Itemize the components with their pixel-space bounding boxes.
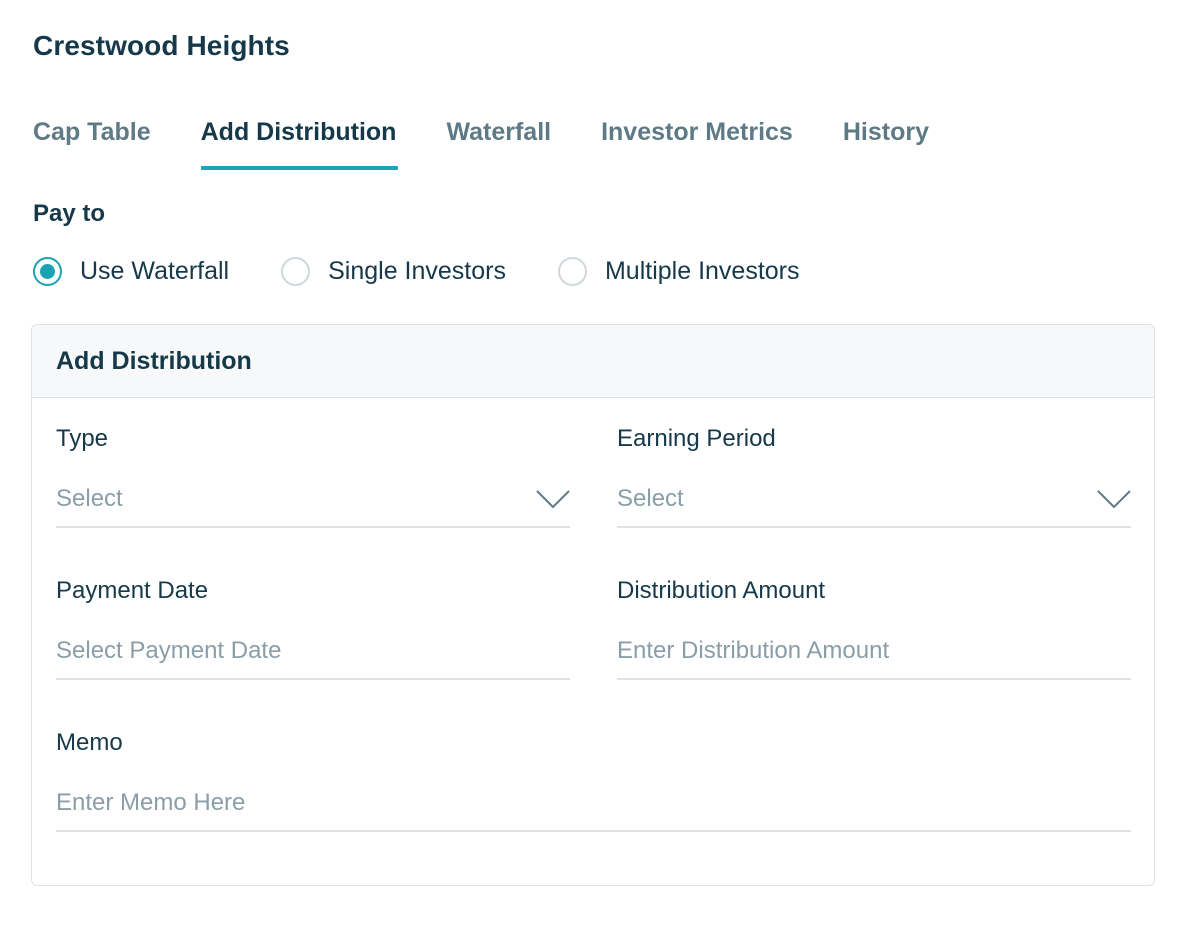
- tab-waterfall[interactable]: Waterfall: [446, 118, 551, 174]
- payment-date-field: Payment Date: [56, 577, 570, 693]
- radio-unchecked-icon[interactable]: [281, 257, 311, 286]
- payment-date-control: [56, 623, 570, 680]
- radio-label: Use Waterfall: [80, 257, 230, 285]
- radio-unchecked-icon[interactable]: [557, 257, 587, 286]
- type-select[interactable]: Select: [56, 471, 570, 528]
- payment-date-input[interactable]: [56, 636, 570, 665]
- distribution-amount-control: [617, 623, 1131, 680]
- type-label: Type: [56, 425, 109, 452]
- type-select-value: Select: [56, 484, 123, 512]
- tab-history[interactable]: History: [843, 118, 929, 174]
- distribution-amount-input[interactable]: [617, 636, 1131, 665]
- tab-investor-metrics[interactable]: Investor Metrics: [601, 118, 793, 174]
- tab-bar: Cap Table Add Distribution Waterfall Inv…: [33, 118, 979, 176]
- chevron-down-icon[interactable]: [536, 489, 570, 509]
- add-distribution-card: Add Distribution Type Select Earning Per…: [31, 324, 1155, 886]
- tab-add-distribution[interactable]: Add Distribution: [200, 118, 399, 174]
- chevron-down-icon[interactable]: [1097, 489, 1131, 509]
- payment-date-label: Payment Date: [56, 577, 209, 604]
- memo-label: Memo: [56, 729, 123, 756]
- type-field: Type Select: [56, 425, 570, 541]
- memo-field: Memo: [56, 729, 1131, 845]
- radio-multiple-investors[interactable]: Multiple Investors: [557, 257, 800, 286]
- card-header: Add Distribution: [32, 325, 1154, 398]
- page-title: Crestwood Heights: [33, 30, 290, 61]
- memo-input[interactable]: [56, 788, 1131, 817]
- distribution-amount-field: Distribution Amount: [617, 577, 1131, 693]
- radio-label: Single Investors: [328, 257, 506, 285]
- earning-period-select[interactable]: Select: [617, 471, 1131, 528]
- memo-control: [56, 775, 1131, 832]
- distribution-amount-label: Distribution Amount: [617, 577, 826, 604]
- earning-period-field: Earning Period Select: [617, 425, 1131, 541]
- radio-single-investors[interactable]: Single Investors: [281, 257, 506, 286]
- radio-checked-icon[interactable]: [33, 257, 62, 286]
- tab-cap-table[interactable]: Cap Table: [33, 118, 151, 174]
- earning-period-label: Earning Period: [617, 425, 776, 452]
- pay-to-radio-group: Use Waterfall Single Investors Multiple …: [33, 257, 852, 286]
- pay-to-label: Pay to: [33, 200, 106, 227]
- earning-period-select-value: Select: [617, 484, 684, 512]
- radio-use-waterfall[interactable]: Use Waterfall: [33, 257, 229, 286]
- card-title: Add Distribution: [56, 346, 252, 375]
- radio-label: Multiple Investors: [604, 257, 800, 285]
